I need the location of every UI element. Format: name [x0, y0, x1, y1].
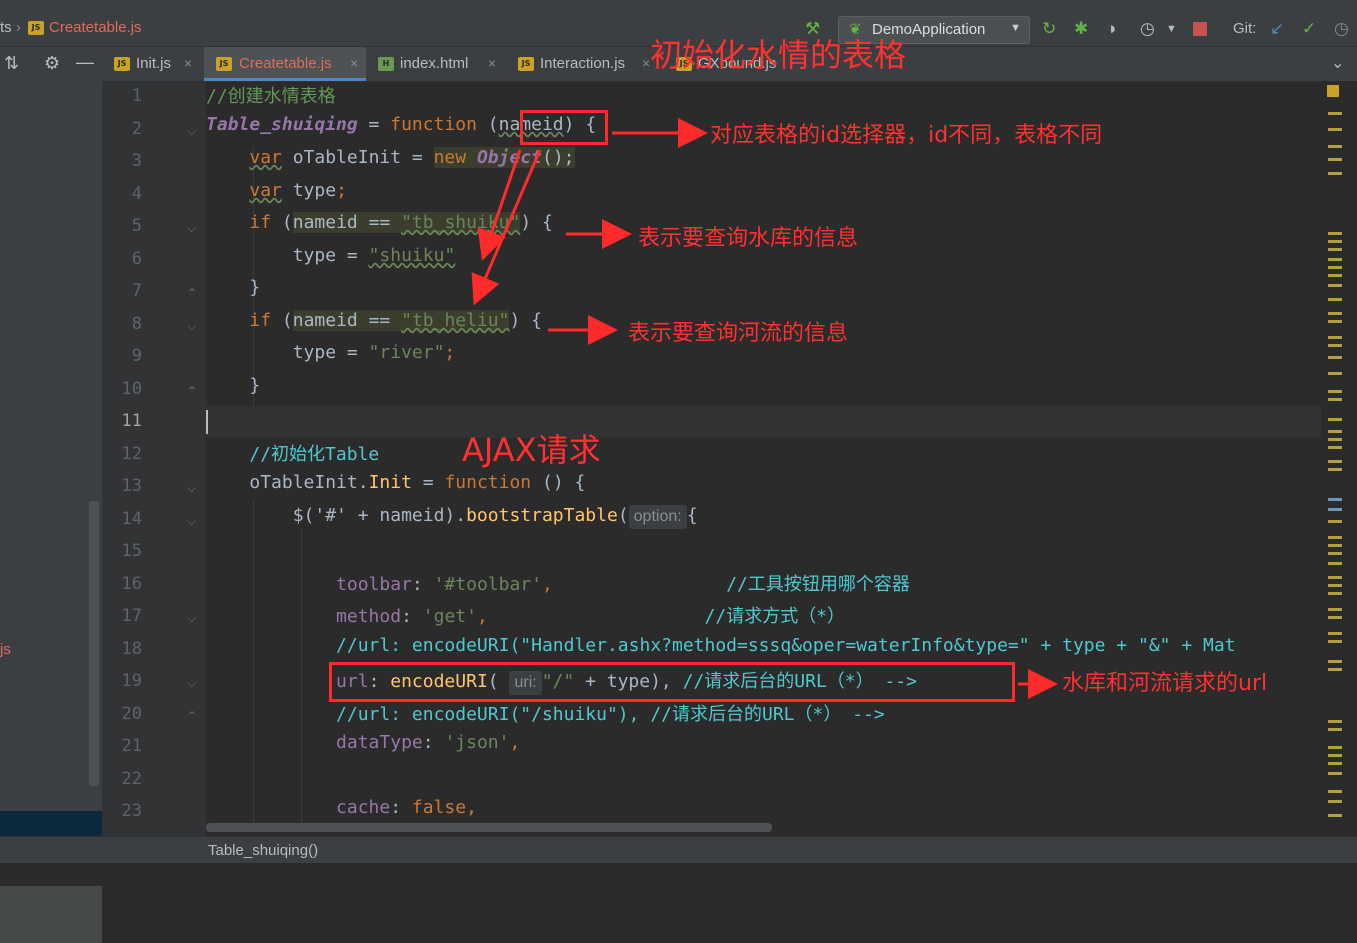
annotation-ajax-note: AJAX请求	[462, 431, 601, 469]
annotation-id-note: 对应表格的id选择器，id不同，表格不同	[710, 123, 1103, 148]
annotation-title: 初始化水情的表格	[650, 36, 907, 74]
arrow-to-line8	[471, 149, 542, 306]
annotation-arrows	[471, 118, 1058, 699]
annotation-heliu-note: 表示要查询河流的信息	[628, 321, 849, 346]
annotation-shuiku-note: 表示要查询水库的信息	[638, 226, 859, 251]
sidebar-bottom-panel	[0, 886, 102, 943]
annotation-url-note: 水库和河流请求的url	[1062, 671, 1268, 696]
